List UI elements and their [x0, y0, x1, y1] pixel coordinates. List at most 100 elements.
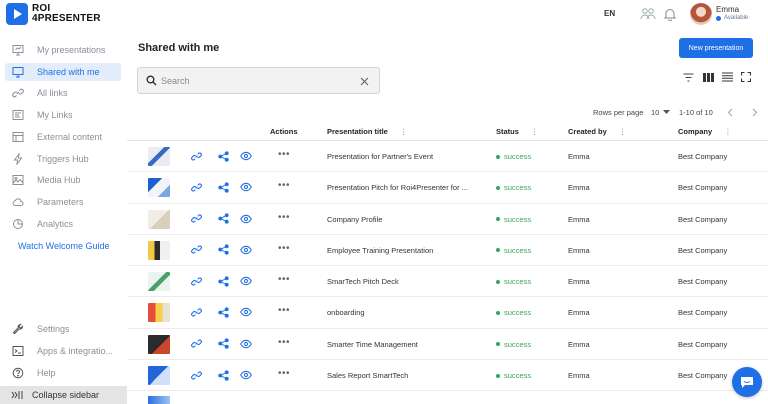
preview-eye-icon[interactable] — [240, 181, 252, 193]
logo[interactable]: ROI 4PRESENTER — [6, 3, 101, 25]
sidebar-item-media-hub[interactable]: Media Hub — [5, 171, 121, 189]
preview-eye-icon[interactable] — [240, 150, 252, 162]
copy-link-icon[interactable] — [190, 213, 202, 225]
column-menu-icon[interactable]: ⋮ — [724, 127, 732, 136]
bell-icon[interactable] — [662, 6, 678, 22]
sidebar-item-label: Shared with me — [37, 67, 100, 77]
chat-button[interactable] — [732, 367, 762, 397]
share-icon[interactable] — [217, 150, 229, 162]
share-icon[interactable] — [217, 306, 229, 318]
column-menu-icon[interactable]: ⋮ — [531, 127, 539, 136]
avatar[interactable] — [690, 3, 712, 25]
watch-welcome-guide-link[interactable]: Watch Welcome Guide — [18, 241, 110, 251]
copy-link-icon[interactable] — [190, 181, 202, 193]
header-title[interactable]: Presentation title ⋮ — [327, 127, 407, 136]
header-created-by[interactable]: Created by ⋮ — [568, 127, 626, 136]
language-selector[interactable]: EN — [604, 9, 615, 18]
table-row[interactable]: ••• Sales Report SmartTech success Emma Best… — [127, 360, 768, 392]
preview-eye-icon[interactable] — [240, 213, 252, 225]
fullscreen-icon[interactable] — [739, 70, 753, 84]
more-actions-icon[interactable]: ••• — [278, 368, 290, 379]
copy-link-icon[interactable] — [190, 150, 202, 162]
presentation-thumbnail[interactable] — [148, 209, 170, 229]
presentation-title[interactable]: Employee Training Presentation — [327, 246, 433, 255]
table-row[interactable]: ••• Smarter Time Management success Emma Bes… — [127, 329, 768, 361]
sidebar-item-parameters[interactable]: Parameters — [5, 193, 121, 211]
sidebar-item-all-links[interactable]: All links — [5, 84, 121, 102]
table-row[interactable]: ••• Presentation for Partner's Event succe… — [127, 141, 768, 173]
created-by: Emma — [568, 245, 590, 255]
status-label: success — [504, 308, 532, 318]
table-row[interactable]: ••• Company Profile success Emma Best Compan… — [127, 204, 768, 235]
sidebar-item-my-links[interactable]: My Links — [5, 106, 121, 124]
sidebar-item-external-content[interactable]: External content — [5, 128, 121, 146]
presentation-thumbnail[interactable] — [148, 178, 170, 198]
preview-eye-icon[interactable] — [240, 338, 252, 350]
company: Best Company — [678, 214, 728, 224]
team-icon[interactable] — [640, 6, 656, 22]
logo-mark-icon — [6, 3, 28, 25]
share-icon[interactable] — [217, 244, 229, 256]
sidebar-item-help[interactable]: Help — [5, 364, 121, 382]
rows-per-page-select[interactable]: 10 — [651, 105, 671, 119]
more-actions-icon[interactable]: ••• — [278, 305, 290, 316]
copy-link-icon[interactable] — [190, 306, 202, 318]
next-page-button[interactable] — [751, 105, 758, 119]
prev-page-button[interactable] — [727, 105, 734, 119]
presentation-thumbnail[interactable] — [148, 303, 170, 323]
table-row[interactable]: ••• Presentation Pitch for Roi4Presenter … — [127, 172, 768, 204]
more-actions-icon[interactable]: ••• — [278, 180, 290, 191]
copy-link-icon[interactable] — [190, 369, 202, 381]
share-icon[interactable] — [217, 181, 229, 193]
header-status[interactable]: Status ⋮ — [496, 127, 538, 136]
header-company[interactable]: Company ⋮ — [678, 127, 732, 136]
share-icon[interactable] — [217, 275, 229, 287]
presentation-thumbnail[interactable] — [148, 272, 170, 292]
collapse-sidebar-button[interactable]: Collapse sidebar — [0, 386, 127, 404]
column-menu-icon[interactable]: ⋮ — [400, 127, 408, 136]
presentation-title[interactable]: onboarding — [327, 308, 365, 317]
copy-link-icon[interactable] — [190, 275, 202, 287]
share-icon[interactable] — [217, 213, 229, 225]
help-icon — [11, 366, 25, 380]
column-menu-icon[interactable]: ⋮ — [619, 127, 627, 136]
search-input[interactable] — [161, 75, 361, 86]
clear-search-icon[interactable] — [358, 75, 370, 87]
presentation-title[interactable]: Smarter Time Management — [327, 340, 418, 349]
presentation-title[interactable]: Presentation Pitch for Roi4Presenter for… — [327, 183, 468, 192]
presentation-title[interactable]: Company Profile — [327, 215, 382, 224]
copy-link-icon[interactable] — [190, 244, 202, 256]
more-actions-icon[interactable]: ••• — [278, 149, 290, 160]
more-actions-icon[interactable]: ••• — [278, 212, 290, 223]
sidebar-item-shared-with-me[interactable]: Shared with me — [5, 63, 121, 81]
share-icon[interactable] — [217, 338, 229, 350]
sidebar-item-triggers-hub[interactable]: Triggers Hub — [5, 150, 121, 168]
presentation-title[interactable]: SmarTech Pitch Deck — [327, 277, 399, 286]
sidebar-item-my-presentations[interactable]: My presentations — [5, 41, 121, 59]
copy-link-icon[interactable] — [190, 338, 202, 350]
presentation-thumbnail[interactable] — [148, 334, 170, 354]
filter-icon[interactable] — [681, 70, 695, 84]
more-actions-icon[interactable]: ••• — [278, 337, 290, 348]
more-actions-icon[interactable]: ••• — [278, 243, 290, 254]
new-presentation-button[interactable]: New presentation — [679, 38, 753, 58]
presentation-thumbnail[interactable] — [148, 366, 170, 386]
table-row[interactable]: ••• SmarTech Pitch Deck success Emma Best Co… — [127, 266, 768, 298]
columns-view-icon[interactable] — [701, 70, 715, 84]
sidebar-item-settings[interactable]: Settings — [5, 320, 121, 338]
preview-eye-icon[interactable] — [240, 244, 252, 256]
presentation-thumbnail[interactable] — [148, 240, 170, 260]
more-actions-icon[interactable]: ••• — [278, 274, 290, 285]
share-icon[interactable] — [217, 369, 229, 381]
preview-eye-icon[interactable] — [240, 306, 252, 318]
table-row[interactable]: ••• onboarding success Emma Best Company — [127, 297, 768, 329]
presentation-title[interactable]: Sales Report SmartTech — [327, 371, 408, 380]
sidebar-item-analytics[interactable]: Analytics — [5, 215, 121, 233]
density-icon[interactable] — [720, 70, 734, 84]
table-row[interactable]: ••• Employee Training Presentation success… — [127, 235, 768, 267]
presentation-title[interactable]: Presentation for Partner's Event — [327, 152, 433, 161]
preview-eye-icon[interactable] — [240, 275, 252, 287]
presentation-thumbnail[interactable] — [148, 147, 170, 166]
preview-eye-icon[interactable] — [240, 369, 252, 381]
sidebar-item-apps-integrations[interactable]: Apps & integratio... — [5, 342, 121, 360]
